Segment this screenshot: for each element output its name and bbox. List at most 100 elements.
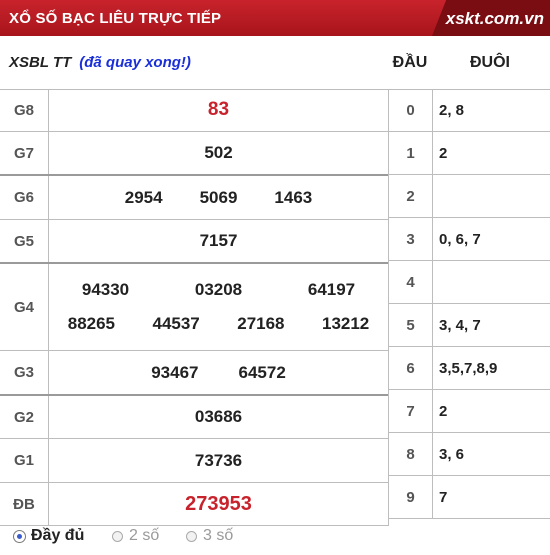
- prize-numbers: 502: [49, 132, 388, 174]
- prize-number: 1463: [274, 187, 313, 207]
- prize-number: 83: [207, 99, 230, 120]
- loto-row: 4: [389, 261, 550, 304]
- prize-numbers: 94330 03208 64197 88265 44537 27168 13212: [49, 264, 388, 350]
- prize-row-g5: G5 7157: [0, 220, 388, 264]
- prize-row-g2: G2 03686: [0, 396, 388, 439]
- prize-numbers: 2954 5069 1463: [49, 176, 388, 219]
- prize-label: G1: [0, 439, 49, 482]
- prize-number-line: 03686: [49, 407, 388, 427]
- prize-number-line: 88265 44537 27168 13212: [49, 307, 388, 341]
- prize-number: 27168: [237, 314, 285, 333]
- prize-number: 03686: [194, 407, 243, 426]
- loto-duoi: 7: [439, 488, 448, 506]
- loto-duoi: 3,5,7,8,9: [439, 359, 498, 377]
- radio-selected-icon: [14, 530, 25, 542]
- loto-dau: 4: [389, 261, 433, 303]
- loto-duoi: 3, 4, 7: [439, 316, 481, 334]
- prize-row-g4: G4 94330 03208 64197 88265 44537 27168 13212: [0, 264, 388, 351]
- loto-row: 6 3,5,7,8,9: [389, 347, 550, 390]
- prize-number: 03208: [194, 280, 243, 299]
- loto-row: 97: [389, 476, 550, 519]
- prize-number-line: 502: [49, 143, 388, 163]
- lottery-results-widget: XỔ SỐ BẠC LIÊU TRỰC TIẾP xskt.com.vn XSB…: [0, 0, 550, 555]
- prize-numbers: 03686: [49, 396, 388, 438]
- loto-dau: 0: [389, 89, 433, 131]
- loto-duoi: [433, 175, 439, 217]
- loto-row: 8 3, 6: [389, 433, 550, 476]
- draw-status: (đã quay xong!): [79, 54, 191, 71]
- site-logo-text: xskt.com.vn: [445, 9, 544, 28]
- prize-number: 13212: [321, 314, 370, 333]
- loto-dau: 7: [389, 390, 433, 432]
- prize-number: 64197: [307, 280, 356, 299]
- prize-number: 88265: [67, 314, 116, 333]
- prize-row-g7: G7 502: [0, 132, 388, 176]
- option-full-radio[interactable]: Đầy đủ: [14, 517, 84, 555]
- loto-duoi: 0, 6, 7: [439, 230, 481, 248]
- prize-numbers: 83: [49, 89, 388, 131]
- prize-number: 502: [204, 143, 233, 162]
- radio-icon: [112, 530, 123, 542]
- loto-row: 5 3, 4, 7: [389, 304, 550, 347]
- loto-table: 0 2, 8 1 2 2 3 0, 6, 7 4 5 3, 4, 7 6 3,5,7,8,9 7 2 8 3,…: [389, 89, 550, 519]
- option-2-digit-label: 2 số: [129, 527, 160, 544]
- loto-dau: 5: [389, 304, 433, 346]
- display-options: Đầy đủ 2 số 3 số: [0, 517, 550, 555]
- option-2-digit-radio[interactable]: 2 số: [112, 517, 159, 555]
- loto-row: 72: [389, 390, 550, 433]
- loto-row: 2: [389, 175, 550, 218]
- loto-dau: 6: [389, 347, 433, 389]
- prize-number-line: 273953: [49, 493, 388, 516]
- prize-row-g6: G6 2954 5069 1463: [0, 176, 388, 220]
- option-3-digit-radio[interactable]: 3 số: [186, 517, 233, 555]
- prize-row-g1: G1 73736: [0, 439, 388, 483]
- prize-number-line: 7157: [49, 231, 388, 251]
- loto-duoi: 2, 8: [439, 101, 465, 119]
- prize-numbers: 93467 64572: [49, 351, 388, 394]
- prize-number-line: 73736: [49, 451, 388, 471]
- prize-row-g3: G3 93467 64572: [0, 351, 388, 396]
- loto-row: 0 2, 8: [389, 89, 550, 132]
- prize-number: 7157: [199, 231, 238, 250]
- site-logo[interactable]: xskt.com.vn: [432, 0, 550, 36]
- prize-label: G4: [0, 264, 49, 350]
- prize-number-line: 94330 03208 64197: [49, 273, 388, 307]
- prize-number: 273953: [185, 492, 252, 515]
- prize-number-line: 2954 5069 1463: [49, 188, 388, 208]
- loto-dau: 9: [389, 476, 433, 518]
- loto-duoi: [433, 261, 439, 303]
- prize-numbers: 7157: [49, 220, 388, 262]
- prize-label: G6: [0, 176, 49, 219]
- prize-number-line: 93467 64572: [49, 363, 388, 383]
- prize-number: 44537: [152, 314, 200, 333]
- loto-duoi: 2: [439, 144, 448, 162]
- loto-duoi: 2: [439, 402, 448, 420]
- prize-number: 64572: [238, 362, 286, 382]
- prize-label: G2: [0, 396, 49, 438]
- loto-dau: 2: [389, 175, 433, 217]
- prize-number: 73736: [194, 450, 243, 470]
- draw-info: XSBL TT (đã quay xong!): [9, 36, 191, 90]
- option-full-label: Đầy đủ: [31, 527, 85, 544]
- loto-dau: 1: [389, 132, 433, 174]
- subheader: XSBL TT (đã quay xong!) ĐẦU ĐUÔI: [0, 36, 550, 90]
- prize-label: G5: [0, 220, 49, 262]
- loto-dau: 3: [389, 218, 433, 260]
- prize-number-line: 83: [49, 99, 388, 121]
- loto-duoi: 3, 6: [439, 445, 465, 463]
- prize-number: 94330: [81, 280, 130, 299]
- prize-numbers: 73736: [49, 439, 388, 482]
- loto-row: 12: [389, 132, 550, 175]
- header-bar: XỔ SỐ BẠC LIÊU TRỰC TIẾP xskt.com.vn: [0, 0, 550, 36]
- dau-header: ĐẦU: [392, 54, 428, 71]
- duoi-header: ĐUÔI: [470, 54, 510, 71]
- prize-number: 2954: [124, 187, 163, 207]
- prize-number: 5069: [199, 187, 238, 207]
- prize-label: G7: [0, 132, 49, 174]
- loto-row: 3 0, 6, 7: [389, 218, 550, 261]
- loto-dau: 8: [389, 433, 433, 475]
- radio-icon: [186, 530, 197, 542]
- option-3-digit-label: 3 số: [203, 527, 234, 544]
- draw-code: XSBL TT: [9, 54, 72, 71]
- prize-number: 93467: [151, 362, 199, 382]
